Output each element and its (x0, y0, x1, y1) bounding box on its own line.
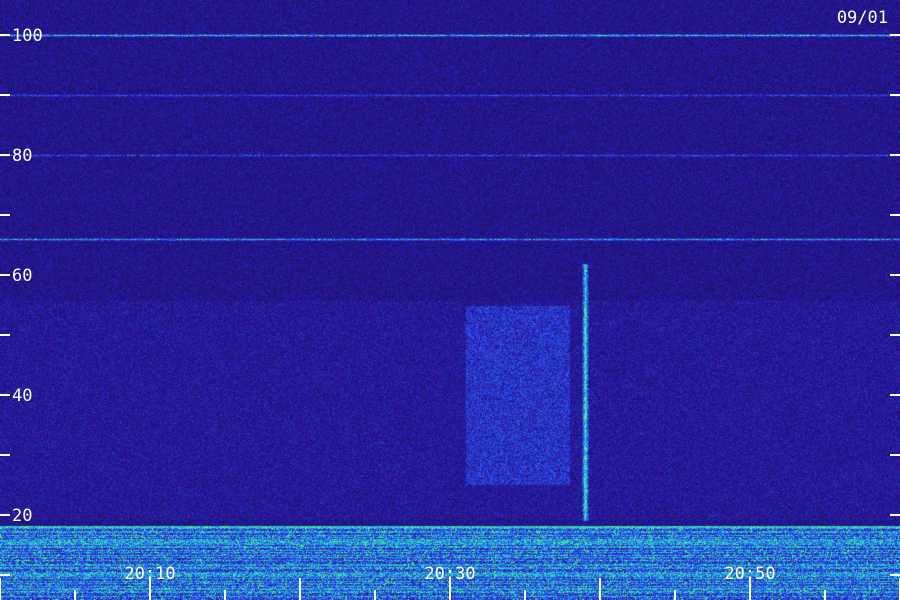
x-tick-label: 20:50 (724, 564, 775, 584)
date-label: 09/01 (837, 8, 888, 28)
chart-axes: 20 40 60 80 100 20:10 20:30 20:50 09/01 (0, 8, 900, 600)
y-tick-label: 100 (12, 26, 43, 46)
y-tick-label: 80 (12, 146, 32, 166)
spectrogram-chart: 20 40 60 80 100 20:10 20:30 20:50 09/01 (0, 0, 900, 600)
y-tick-label: 20 (12, 506, 32, 526)
y-axis-labels: 20 40 60 80 100 (12, 26, 43, 526)
x-tick-label: 20:30 (424, 564, 475, 584)
x-axis-labels: 20:10 20:30 20:50 (124, 564, 775, 584)
x-tick-label: 20:10 (124, 564, 175, 584)
y-axis-ticks (0, 34, 900, 576)
y-tick-label: 40 (12, 386, 32, 406)
y-tick-label: 60 (12, 266, 32, 286)
